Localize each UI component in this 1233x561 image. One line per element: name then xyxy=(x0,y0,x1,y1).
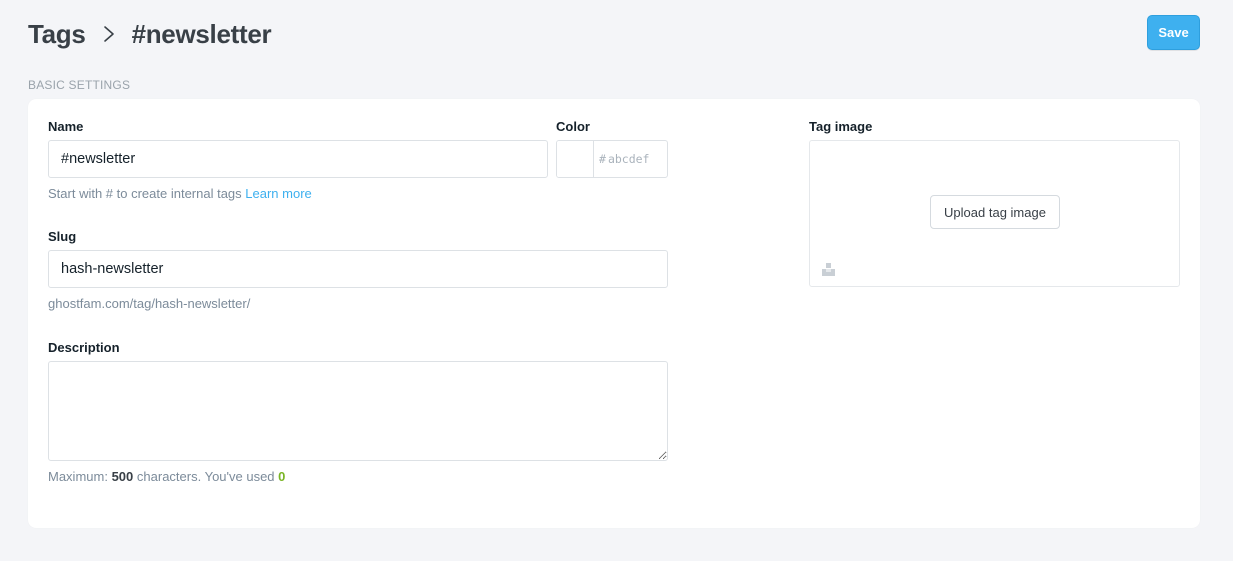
description-textarea[interactable] xyxy=(48,361,668,461)
color-hex-input[interactable]: # abcdef xyxy=(594,141,667,177)
image-placeholder-icon xyxy=(822,263,835,276)
upload-tag-image-button[interactable]: Upload tag image xyxy=(930,195,1060,229)
color-hash-prefix: # xyxy=(599,152,606,166)
breadcrumb: Tags #newsletter xyxy=(28,14,272,54)
name-input[interactable] xyxy=(48,140,548,178)
description-counter: Maximum: 500 characters. You've used 0 xyxy=(48,469,285,484)
color-field: # abcdef xyxy=(556,140,668,178)
basic-settings-card: Name Start with # to create internal tag… xyxy=(28,99,1200,528)
slug-label: Slug xyxy=(48,229,77,244)
breadcrumb-tags-link[interactable]: Tags xyxy=(28,19,86,50)
save-button[interactable]: Save xyxy=(1147,15,1200,50)
name-label: Name xyxy=(48,119,84,134)
counter-prefix: Maximum: xyxy=(48,469,108,484)
slug-input[interactable] xyxy=(48,250,668,288)
learn-more-link[interactable]: Learn more xyxy=(245,186,311,201)
counter-middle: characters. You've used xyxy=(136,469,275,484)
color-swatch[interactable] xyxy=(557,141,594,177)
tag-image-dropzone[interactable]: Upload tag image xyxy=(809,140,1180,287)
chevron-right-icon xyxy=(96,21,122,47)
section-title: BASIC SETTINGS xyxy=(28,78,131,92)
tag-image-label: Tag image xyxy=(809,119,873,134)
description-label: Description xyxy=(48,340,120,355)
counter-used: 0 xyxy=(278,469,286,484)
name-hint-text: Start with # to create internal tags xyxy=(48,186,242,201)
page-title: #newsletter xyxy=(131,18,272,49)
color-label: Color xyxy=(556,119,590,134)
slug-url-hint: ghostfam.com/tag/hash-newsletter/ xyxy=(48,296,251,311)
name-hint: Start with # to create internal tags Lea… xyxy=(48,186,312,201)
color-placeholder: abcdef xyxy=(607,152,650,166)
counter-max: 500 xyxy=(111,469,134,484)
